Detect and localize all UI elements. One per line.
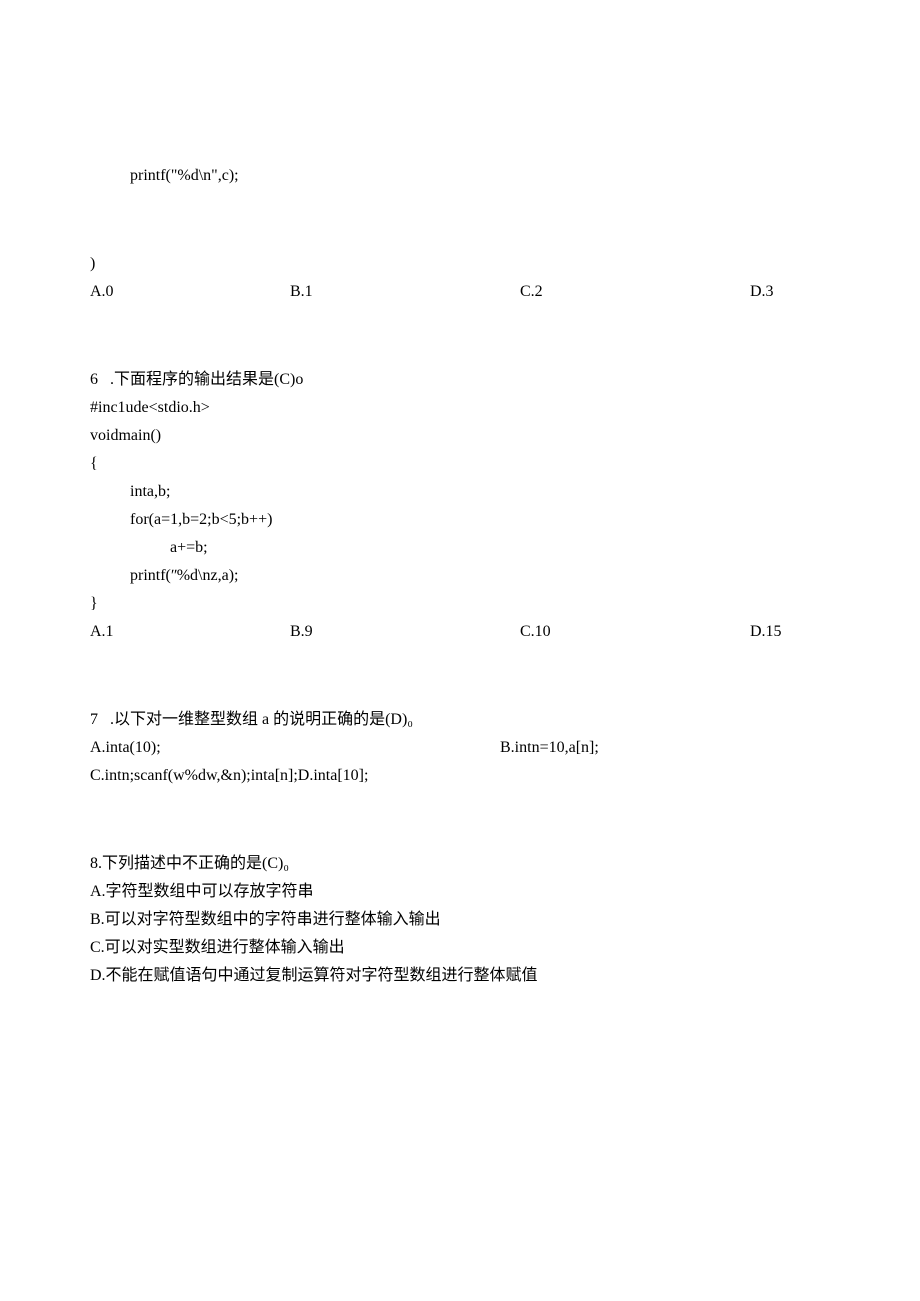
q7-row-ab: A.inta(10); B.intn=10,a[n]; <box>90 736 830 760</box>
q7-choice-b: B.intn=10,a[n]; <box>500 736 599 760</box>
q5-choices: A.0 B.1 C.2 D.3 <box>90 280 830 304</box>
q8-choice-b: B.可以对字符型数组中的字符串进行整体输入输出 <box>90 908 830 932</box>
q6-code-l7: printf(ʺ%d\nz,a); <box>90 564 830 588</box>
q5-code-printf: printf("%d\n",c); <box>90 164 830 188</box>
q8-choice-c: C.可以对实型数组进行整体输入输出 <box>90 936 830 960</box>
q8-choice-d: D.不能在赋值语句中通过复制运算符对字符型数组进行整体赋值 <box>90 964 830 988</box>
spacer <box>90 792 830 848</box>
q7-prompt: 7 .以下对一维整型数组 a 的说明正确的是(D)₀ <box>90 708 830 732</box>
q5-choice-d: D.3 <box>750 280 774 304</box>
spacer <box>90 192 830 248</box>
q6-prompt: 6 .下面程序的输出结果是(C)o <box>90 368 830 392</box>
q6-choice-c: C.10 <box>520 620 750 644</box>
q5-brace-close: ) <box>90 252 830 276</box>
q5-choice-b: B.1 <box>290 280 520 304</box>
q7-choice-cd: C.intn;scanf(w%dw,&n);inta[n];D.inta[10]… <box>90 764 830 788</box>
q8-choice-a: A.字符型数组中可以存放字符串 <box>90 880 830 904</box>
q6-choice-a: A.1 <box>90 620 290 644</box>
spacer <box>90 308 830 364</box>
q6-choice-b: B.9 <box>290 620 520 644</box>
q6-choices: A.1 B.9 C.10 D.15 <box>90 620 830 644</box>
q6-code-l6: a+=b; <box>90 536 830 560</box>
q6-code-l4: inta,b; <box>90 480 830 504</box>
q6-choice-d: D.15 <box>750 620 782 644</box>
q6-code-l2: voidmain() <box>90 424 830 448</box>
spacer <box>90 648 830 704</box>
q7-choice-a: A.inta(10); <box>90 736 500 760</box>
q6-code-l3: { <box>90 452 830 476</box>
q5-choice-c: C.2 <box>520 280 750 304</box>
q5-choice-a: A.0 <box>90 280 290 304</box>
document-page: printf("%d\n",c); ) A.0 B.1 C.2 D.3 6 .下… <box>0 0 920 1052</box>
q8-prompt: 8.下列描述中不正确的是(C)₀ <box>90 852 830 876</box>
q6-code-l5: for(a=1,b=2;b<5;b++) <box>90 508 830 532</box>
q6-code-l1: #inc1ude<stdio.h> <box>90 396 830 420</box>
q6-code-l8: } <box>90 592 830 616</box>
